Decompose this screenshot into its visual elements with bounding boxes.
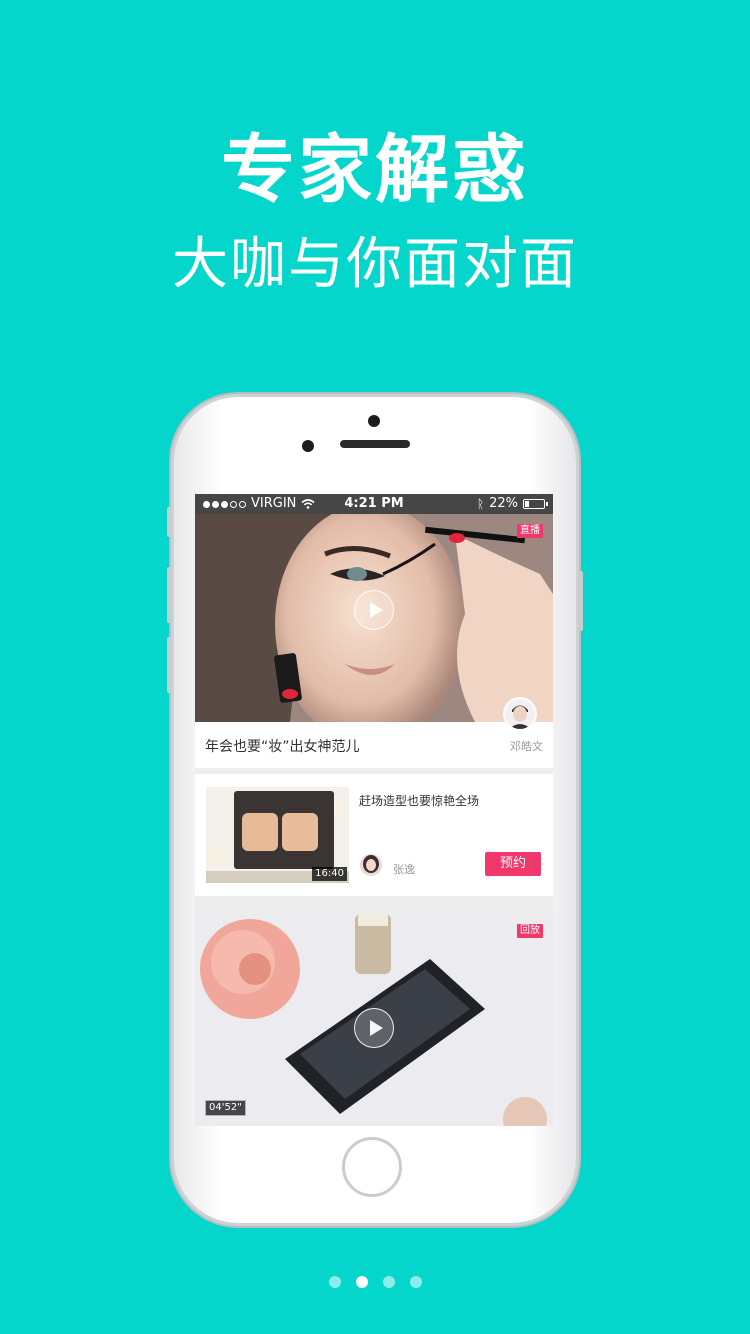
- avatar-female-icon: [360, 854, 382, 876]
- live-author-avatar[interactable]: [503, 697, 537, 731]
- phone-mockup: VIRGIN 4:21 PM ᚱ 22% 直播 年会也要“妆”出女神范儿 邓皓文…: [167, 397, 583, 1223]
- bluetooth-icon: ᚱ: [476, 497, 485, 511]
- booking-card-title[interactable]: 赶场造型也要惊艳全场: [359, 792, 479, 809]
- phone-silent-switch: [167, 507, 172, 537]
- booking-duration: 16:40: [312, 867, 347, 881]
- phone-speaker: [340, 440, 410, 448]
- replay-video-card[interactable]: 回放 04'52": [195, 914, 553, 1126]
- play-icon[interactable]: [354, 590, 394, 630]
- page-dot[interactable]: [382, 1276, 395, 1288]
- phone-home-button: [342, 1137, 402, 1197]
- live-video-thumbnail[interactable]: 直播: [195, 514, 553, 722]
- status-bar: VIRGIN 4:21 PM ᚱ 22%: [195, 494, 553, 514]
- page-dot[interactable]: [328, 1276, 341, 1288]
- hero-title: 专家解惑: [221, 127, 529, 213]
- page-indicator[interactable]: [0, 1276, 750, 1288]
- booking-author-name: 张逸: [393, 863, 415, 876]
- replay-duration: 04'52": [205, 1100, 246, 1116]
- phone-volume-up: [167, 567, 172, 623]
- replay-badge: 回放: [517, 924, 543, 938]
- booking-author-avatar[interactable]: [358, 852, 384, 878]
- page-dot[interactable]: [355, 1276, 368, 1288]
- hero-subtitle: 大咖与你面对面: [172, 232, 578, 297]
- battery-percent: 22%: [489, 496, 518, 511]
- phone-sensor-icon: [368, 415, 380, 427]
- battery-icon: [523, 499, 548, 509]
- phone-screen: VIRGIN 4:21 PM ᚱ 22% 直播 年会也要“妆”出女神范儿 邓皓文…: [195, 494, 553, 1126]
- battery-fill: [525, 501, 529, 507]
- live-badge: 直播: [517, 524, 543, 538]
- phone-power-button: [578, 571, 583, 631]
- live-author-name: 邓皓文: [510, 740, 543, 753]
- page-dot[interactable]: [409, 1276, 422, 1288]
- phone-volume-down: [167, 637, 172, 693]
- live-video-card[interactable]: 直播 年会也要“妆”出女神范儿 邓皓文: [195, 514, 553, 768]
- booking-thumbnail[interactable]: 16:40: [206, 787, 349, 883]
- avatar-male-icon: [505, 699, 535, 729]
- phone-camera-icon: [302, 440, 314, 452]
- booking-card[interactable]: 16:40 赶场造型也要惊艳全场 张逸 预约: [195, 774, 553, 896]
- play-icon[interactable]: [354, 1008, 394, 1048]
- live-card-title[interactable]: 年会也要“妆”出女神范儿: [205, 736, 360, 756]
- status-right: ᚱ 22%: [476, 494, 548, 514]
- reserve-button[interactable]: 预约: [485, 852, 541, 876]
